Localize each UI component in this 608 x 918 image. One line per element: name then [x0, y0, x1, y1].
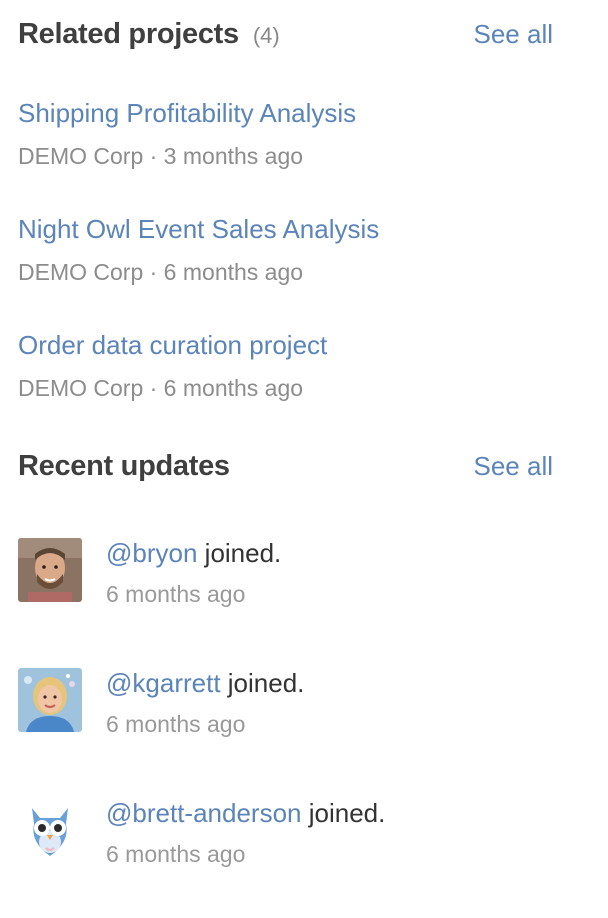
project-meta: DEMO Corp · 6 months ago	[18, 259, 304, 285]
update-body: @bryon joined. 6 months ago	[106, 538, 281, 608]
update-action: joined.	[220, 668, 305, 698]
avatar[interactable]	[18, 798, 82, 862]
user-mention-link[interactable]: @kgarrett	[106, 668, 221, 698]
related-projects-header: Related projects (4) See all	[18, 18, 553, 51]
project-title-link[interactable]: Order data curation project	[18, 330, 578, 360]
related-projects-heading: Related projects (4)	[18, 18, 280, 51]
project-item: Night Owl Event Sales Analysis DEMO Corp…	[18, 214, 578, 286]
update-text: @kgarrett joined.	[106, 668, 304, 698]
recent-updates-title: Recent updates	[18, 450, 230, 482]
project-item: Order data curation project DEMO Corp · …	[18, 330, 578, 402]
avatar[interactable]	[18, 668, 82, 732]
avatar-photo-man-icon	[18, 538, 82, 602]
project-item: Shipping Profitability Analysis DEMO Cor…	[18, 98, 578, 170]
update-item: @bryon joined. 6 months ago	[18, 538, 578, 607]
related-projects-see-all-link[interactable]: See all	[474, 19, 554, 50]
related-projects-title: Related projects	[18, 18, 239, 50]
avatar[interactable]	[18, 538, 82, 602]
recent-updates-see-all-link[interactable]: See all	[474, 451, 554, 482]
project-meta: DEMO Corp · 6 months ago	[18, 375, 304, 401]
owl-icon	[18, 798, 82, 862]
update-body: @brett-anderson joined. 6 months ago	[106, 798, 385, 868]
update-body: @kgarrett joined. 6 months ago	[106, 668, 304, 738]
update-text: @bryon joined.	[106, 538, 281, 568]
update-item: @brett-anderson joined. 6 months ago	[18, 798, 578, 867]
update-text: @brett-anderson joined.	[106, 798, 385, 828]
update-time: 6 months ago	[106, 711, 246, 737]
avatar-photo-woman-icon	[18, 668, 82, 732]
update-item: @kgarrett joined. 6 months ago	[18, 668, 578, 737]
update-time: 6 months ago	[106, 581, 246, 607]
project-meta: DEMO Corp · 3 months ago	[18, 143, 304, 169]
update-action: joined.	[301, 798, 386, 828]
project-title-link[interactable]: Shipping Profitability Analysis	[18, 98, 578, 128]
user-mention-link[interactable]: @brett-anderson	[106, 798, 302, 828]
update-action: joined.	[197, 538, 282, 568]
related-projects-count: (4)	[252, 23, 280, 48]
project-title-link[interactable]: Night Owl Event Sales Analysis	[18, 214, 578, 244]
update-time: 6 months ago	[106, 841, 246, 867]
recent-updates-header: Recent updates See all	[18, 450, 553, 483]
user-mention-link[interactable]: @bryon	[106, 538, 197, 568]
